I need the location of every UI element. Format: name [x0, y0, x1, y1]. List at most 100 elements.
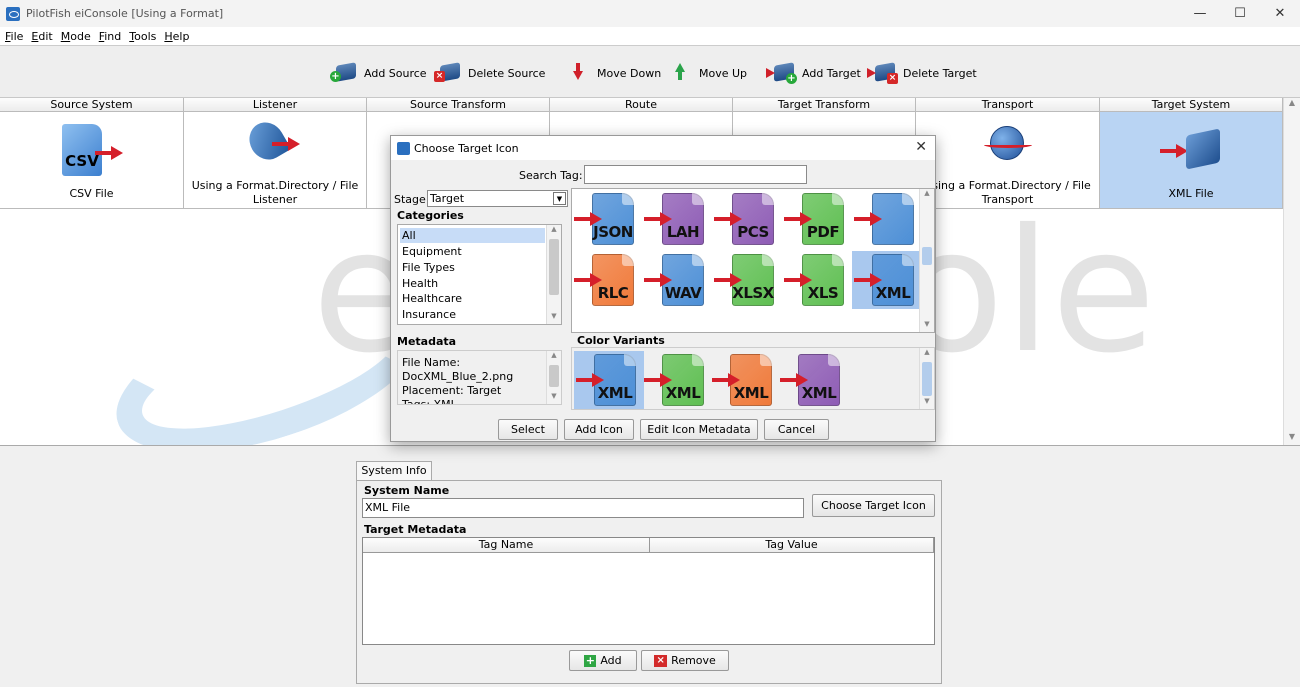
header-source-transform[interactable]: Source Transform — [367, 98, 550, 112]
window-title: PilotFish eiConsole [Using a Format] — [26, 7, 224, 20]
cell-listener[interactable]: Using a Format.Directory / File Listener — [184, 112, 367, 209]
minimize-button[interactable]: — — [1180, 0, 1220, 27]
category-item[interactable]: Healthcare — [400, 291, 462, 306]
category-item[interactable]: Equipment — [400, 244, 462, 259]
add-source-button[interactable]: + Add Source — [330, 60, 427, 86]
scroll-thumb[interactable] — [922, 362, 932, 396]
chevron-down-icon[interactable]: ▼ — [553, 192, 566, 205]
icon-tile[interactable]: XML — [778, 351, 848, 409]
header-target-transform[interactable]: Target Transform — [733, 98, 916, 112]
icon-tile[interactable]: RLC — [572, 251, 642, 309]
color-variants-list[interactable]: XML XML XML XML ▲ ▼ — [571, 347, 935, 410]
target-metadata-title: Target Metadata — [364, 523, 467, 536]
scroll-up-icon[interactable]: ▲ — [920, 189, 934, 201]
icon-tile[interactable]: XLSX — [712, 251, 782, 309]
categories-list[interactable]: All Equipment File Types Health Healthca… — [397, 224, 562, 325]
system-name-field[interactable]: XML File — [362, 498, 804, 518]
stage-select[interactable]: Target ▼ — [427, 190, 568, 207]
scroll-up-icon[interactable]: ▲ — [547, 225, 561, 237]
red-arrow-icon — [854, 212, 882, 226]
icon-tile[interactable]: LAH — [642, 190, 712, 248]
arrow-down-icon — [563, 61, 593, 85]
icon-grid-scrollbar[interactable]: ▲ ▼ — [919, 189, 934, 332]
add-metadata-button[interactable]: + Add — [569, 650, 637, 671]
delete-server-icon: × — [434, 61, 464, 85]
variants-scrollbar[interactable]: ▲ ▼ — [919, 348, 934, 409]
search-tag-input[interactable] — [584, 165, 807, 184]
column-tag-name[interactable]: Tag Name — [363, 538, 650, 553]
dialog-close-button[interactable]: ✕ — [915, 139, 927, 155]
target-metadata-table[interactable]: Tag Name Tag Value — [362, 537, 935, 645]
header-transport[interactable]: Transport — [916, 98, 1100, 112]
select-button[interactable]: Select — [498, 419, 558, 440]
red-arrow-icon — [1160, 144, 1188, 158]
icon-tile[interactable]: PCS — [712, 190, 782, 248]
icon-tile[interactable]: JSON — [572, 190, 642, 248]
menu-tools[interactable]: Tools — [129, 30, 156, 43]
menu-file[interactable]: File — [5, 30, 23, 43]
header-source-system[interactable]: Source System — [0, 98, 184, 112]
add-target-icon: + — [766, 61, 798, 85]
move-up-button[interactable]: Move Up — [665, 60, 747, 86]
icon-tile[interactable]: XML — [710, 351, 780, 409]
stages-scrollbar[interactable]: ▲ ▼ — [1283, 98, 1300, 445]
menu-help[interactable]: Help — [164, 30, 189, 43]
choose-target-icon-button[interactable]: Choose Target Icon — [812, 494, 935, 517]
icon-tile[interactable]: WAV — [642, 251, 712, 309]
remove-metadata-button[interactable]: × Remove — [641, 650, 729, 671]
header-listener[interactable]: Listener — [184, 98, 367, 112]
icon-tile[interactable]: XML — [574, 351, 644, 409]
icon-tile[interactable]: PDF — [782, 190, 852, 248]
delete-source-button[interactable]: × Delete Source — [434, 60, 545, 86]
scroll-down-icon[interactable]: ▼ — [1284, 432, 1300, 445]
scroll-down-icon[interactable]: ▼ — [920, 320, 934, 332]
menu-find[interactable]: Find — [99, 30, 122, 43]
header-target-system[interactable]: Target System — [1100, 98, 1283, 112]
cell-transport[interactable]: Using a Format.Directory / File Transpor… — [916, 112, 1100, 209]
menu-mode[interactable]: Mode — [61, 30, 91, 43]
cell-source-system[interactable]: CSV CSV File — [0, 112, 184, 209]
red-arrow-icon — [714, 212, 742, 226]
metadata-line: DocXML_Blue_2.png — [402, 370, 514, 383]
close-window-button[interactable]: ✕ — [1260, 0, 1300, 27]
scroll-thumb[interactable] — [549, 365, 559, 387]
column-tag-value[interactable]: Tag Value — [650, 538, 934, 553]
tab-system-info[interactable]: System Info — [356, 461, 432, 481]
categories-scrollbar[interactable]: ▲ ▼ — [546, 225, 561, 324]
choose-target-icon-dialog: Choose Target Icon ✕ Search Tag: Stage: … — [390, 135, 936, 442]
cell-target-system[interactable]: XML File — [1100, 112, 1283, 209]
scroll-down-icon[interactable]: ▼ — [547, 392, 561, 404]
metadata-scrollbar[interactable]: ▲ ▼ — [546, 351, 561, 404]
metadata-box: File Name: DocXML_Blue_2.png Placement: … — [397, 350, 562, 405]
category-item[interactable]: Health — [400, 276, 438, 291]
scroll-down-icon[interactable]: ▼ — [920, 397, 934, 409]
scroll-down-icon[interactable]: ▼ — [547, 312, 561, 324]
scroll-thumb[interactable] — [549, 239, 559, 295]
scroll-up-icon[interactable]: ▲ — [1284, 98, 1300, 112]
scroll-up-icon[interactable]: ▲ — [920, 348, 934, 360]
icon-grid[interactable]: JSON LAH PCS PDF RLC WAV XLSX XLS XML ▲ ▼ — [571, 188, 935, 333]
watermark-right: ole — [900, 193, 1156, 391]
add-target-button[interactable]: + Add Target — [766, 60, 861, 86]
metadata-line: Tags: XML — [402, 398, 457, 405]
add-icon-button[interactable]: Add Icon — [564, 419, 634, 440]
icon-tile[interactable]: XML — [642, 351, 712, 409]
header-route[interactable]: Route — [550, 98, 733, 112]
scroll-thumb[interactable] — [922, 247, 932, 265]
target-system-label: XML File — [1168, 187, 1214, 200]
move-down-button[interactable]: Move Down — [563, 60, 661, 86]
icon-tile[interactable] — [852, 190, 922, 248]
category-item[interactable]: Insurance — [400, 307, 456, 322]
icon-tile[interactable]: XLS — [782, 251, 852, 309]
delete-target-button[interactable]: × Delete Target — [867, 60, 977, 86]
category-item[interactable]: All — [400, 228, 545, 243]
edit-icon-metadata-button[interactable]: Edit Icon Metadata — [640, 419, 758, 440]
maximize-button[interactable]: ☐ — [1220, 0, 1260, 27]
scroll-up-icon[interactable]: ▲ — [547, 351, 561, 363]
move-up-label: Move Up — [699, 66, 748, 80]
category-item[interactable]: File Types — [400, 260, 455, 275]
remove-icon: × — [654, 654, 668, 667]
icon-tile[interactable]: XML — [852, 251, 922, 309]
menu-edit[interactable]: Edit — [31, 30, 52, 43]
cancel-button[interactable]: Cancel — [764, 419, 829, 440]
